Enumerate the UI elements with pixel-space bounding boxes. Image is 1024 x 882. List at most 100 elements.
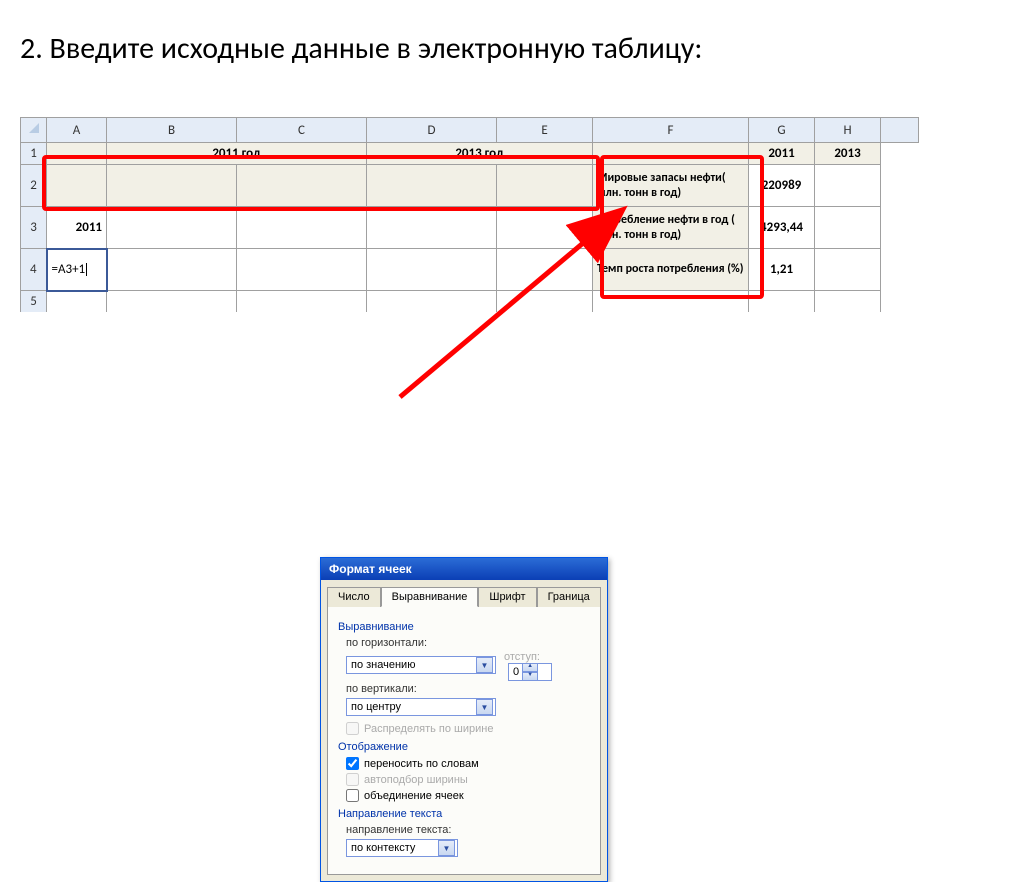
row-header-1[interactable]: 1 [21, 143, 47, 165]
cell-H3[interactable] [815, 207, 881, 249]
cell-F4[interactable]: Темп роста потребления (%) [593, 249, 749, 291]
chevron-down-icon: ▼ [476, 699, 493, 715]
cell-D5[interactable] [367, 291, 497, 313]
cell-H4[interactable] [815, 249, 881, 291]
cell-A3[interactable]: 2011 [47, 207, 107, 249]
cell-G4[interactable]: 1,21 [749, 249, 815, 291]
spreadsheet-grid[interactable]: A B C D E F G H 1 2011 год 2013 год 2011… [20, 117, 919, 312]
checkbox-autowidth-label: автоподбор ширины [364, 774, 468, 786]
row-header-3[interactable]: 3 [21, 207, 47, 249]
checkbox-merge[interactable]: объединение ячеек [346, 789, 590, 802]
select-horizontal-value: по значению [351, 659, 415, 671]
col-header-C[interactable]: C [237, 118, 367, 143]
section-display: Отображение [338, 741, 590, 753]
cell-I3[interactable] [881, 207, 919, 249]
label-horizontal: по горизонтали: [346, 637, 590, 649]
cell-F3[interactable]: потребление нефти в год ( млн. тонн в го… [593, 207, 749, 249]
cell-C2[interactable] [237, 165, 367, 207]
checkbox-merge-input[interactable] [346, 789, 359, 802]
checkbox-wrap-label: переносить по словам [364, 758, 479, 770]
checkbox-wrap-input[interactable] [346, 757, 359, 770]
checkbox-merge-label: объединение ячеек [364, 790, 464, 802]
cell-I1[interactable] [881, 143, 919, 165]
spinner-indent-value: 0 [513, 666, 519, 678]
chevron-down-icon: ▼ [522, 672, 538, 681]
checkbox-distribute-label: Распределять по ширине [364, 723, 493, 735]
cell-G5[interactable] [749, 291, 815, 313]
checkbox-autowidth-input [346, 773, 359, 786]
tab-number[interactable]: Число [327, 587, 381, 607]
cell-A1[interactable] [47, 143, 107, 165]
cell-A2[interactable] [47, 165, 107, 207]
checkbox-wrap[interactable]: переносить по словам [346, 757, 590, 770]
col-header-F[interactable]: F [593, 118, 749, 143]
section-direction: Направление текста [338, 808, 590, 820]
col-header-B[interactable]: B [107, 118, 237, 143]
cell-I5[interactable] [881, 291, 919, 313]
checkbox-distribute: Распределять по ширине [346, 722, 590, 735]
select-direction-value: по контексту [351, 842, 415, 854]
cell-D1[interactable]: 2013 год [367, 143, 593, 165]
cell-D2[interactable] [367, 165, 497, 207]
chevron-down-icon: ▼ [438, 840, 455, 856]
cell-I4[interactable] [881, 249, 919, 291]
label-vertical: по вертикали: [346, 683, 590, 695]
cell-A5[interactable] [47, 291, 107, 313]
label-text-direction: направление текста: [346, 824, 590, 836]
row-header-5[interactable]: 5 [21, 291, 47, 313]
select-direction[interactable]: по контексту ▼ [346, 839, 458, 857]
col-header-blank[interactable] [881, 118, 919, 143]
col-header-E[interactable]: E [497, 118, 593, 143]
cell-G3[interactable]: 4293,44 [749, 207, 815, 249]
cell-G2[interactable]: 220989 [749, 165, 815, 207]
row-header-2[interactable]: 2 [21, 165, 47, 207]
select-all-corner[interactable] [21, 118, 47, 143]
cell-B5[interactable] [107, 291, 237, 313]
cell-C4[interactable] [237, 249, 367, 291]
cell-A4-editing[interactable]: =A3+1 [47, 249, 107, 291]
page-title: 2. Введите исходные данные в электронную… [20, 30, 1004, 67]
tab-border[interactable]: Граница [537, 587, 601, 607]
col-header-D[interactable]: D [367, 118, 497, 143]
cell-D3[interactable] [367, 207, 497, 249]
cell-B2[interactable] [107, 165, 237, 207]
section-alignment: Выравнивание [338, 621, 590, 633]
cell-E2[interactable] [497, 165, 593, 207]
format-cells-dialog: Формат ячеек Число Выравнивание Шрифт Гр… [320, 557, 608, 882]
cell-G1[interactable]: 2011 [749, 143, 815, 165]
dialog-tabs: Число Выравнивание Шрифт Граница [321, 580, 607, 606]
cell-I2[interactable] [881, 165, 919, 207]
dialog-title: Формат ячеек [321, 558, 607, 580]
cell-F1[interactable] [593, 143, 749, 165]
label-indent: отступ: [504, 651, 552, 663]
tab-font[interactable]: Шрифт [478, 587, 536, 607]
chevron-up-icon: ▲ [522, 663, 538, 672]
col-header-H[interactable]: H [815, 118, 881, 143]
cell-B3[interactable] [107, 207, 237, 249]
row-header-4[interactable]: 4 [21, 249, 47, 291]
spinner-indent[interactable]: 0 ▲▼ [508, 663, 552, 681]
cell-B1[interactable]: 2011 год [107, 143, 367, 165]
cell-H2[interactable] [815, 165, 881, 207]
cell-H5[interactable] [815, 291, 881, 313]
cell-C5[interactable] [237, 291, 367, 313]
col-header-A[interactable]: A [47, 118, 107, 143]
select-vertical-value: по центру [351, 701, 401, 713]
text-cursor [86, 263, 87, 276]
cell-D4[interactable] [367, 249, 497, 291]
chevron-down-icon: ▼ [476, 657, 493, 673]
cell-E4[interactable] [497, 249, 593, 291]
formula-text: =A3+1 [52, 262, 86, 277]
cell-C3[interactable] [237, 207, 367, 249]
select-vertical[interactable]: по центру ▼ [346, 698, 496, 716]
cell-F5[interactable] [593, 291, 749, 313]
cell-E5[interactable] [497, 291, 593, 313]
checkbox-distribute-input [346, 722, 359, 735]
tab-alignment[interactable]: Выравнивание [381, 587, 479, 607]
cell-H1[interactable]: 2013 [815, 143, 881, 165]
col-header-G[interactable]: G [749, 118, 815, 143]
cell-B4[interactable] [107, 249, 237, 291]
cell-E3[interactable] [497, 207, 593, 249]
select-horizontal[interactable]: по значению ▼ [346, 656, 496, 674]
cell-F2[interactable]: Мировые запасы нефти( млн. тонн в год) [593, 165, 749, 207]
